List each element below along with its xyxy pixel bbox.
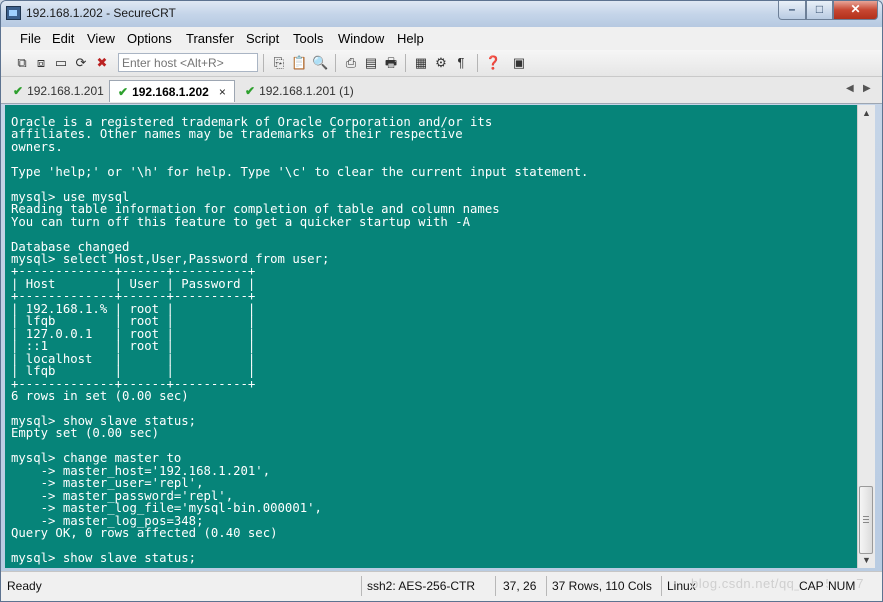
menu-options[interactable]: Options — [127, 31, 172, 46]
status-terminal-size: 37 Rows, 110 Cols — [552, 579, 652, 593]
print-selection-icon[interactable]: ▤ — [363, 55, 379, 71]
toolbar-separator — [263, 54, 264, 72]
scroll-down-arrow-icon[interactable]: ▼ — [858, 552, 875, 568]
menu-transfer[interactable]: Transfer — [186, 31, 234, 46]
quick-connect-icon[interactable]: ⧈ — [33, 55, 49, 71]
thumb-grip — [863, 519, 869, 520]
status-ready: Ready — [7, 579, 42, 593]
close-tab-icon[interactable]: × — [219, 85, 226, 99]
tab-scroll-left-icon[interactable]: ◀ — [846, 83, 854, 94]
global-options-icon[interactable]: ⚙ — [433, 55, 449, 71]
title-bar[interactable]: 192.168.1.202 - SecureCRT – □ ✕ — [1, 1, 882, 27]
menu-window[interactable]: Window — [338, 31, 384, 46]
status-separator — [361, 576, 362, 596]
connected-check-icon: ✔ — [13, 84, 24, 98]
connected-check-icon: ✔ — [245, 84, 256, 98]
menu-edit[interactable]: Edit — [52, 31, 74, 46]
status-num-lock: NUM — [828, 579, 856, 593]
menu-bar: File Edit View Options Transfer Script T… — [1, 27, 882, 51]
menu-view[interactable]: View — [87, 31, 115, 46]
status-separator — [661, 576, 662, 596]
tab-label: 192.168.1.201 — [27, 84, 104, 98]
menu-script[interactable]: Script — [246, 31, 279, 46]
menu-tools[interactable]: Tools — [293, 31, 323, 46]
status-separator — [546, 576, 547, 596]
toolbar: ⧉ ⧈ ▭ ⟳ ✖ ⎘ 📋 🔍 ⎙ ▤ 🖶 ▦ ⚙ ¶ ❓ ▣ — [1, 50, 882, 77]
toolbar-separator — [477, 54, 478, 72]
terminal-view[interactable]: Oracle is a registered trademark of Orac… — [5, 105, 857, 568]
scrollbar-thumb[interactable] — [859, 486, 873, 554]
maximize-button[interactable]: □ — [806, 1, 833, 20]
thumb-grip — [863, 522, 869, 523]
disconnect-icon[interactable]: ✖ — [94, 55, 110, 71]
connect-icon[interactable]: ⧉ — [14, 55, 30, 71]
status-cursor-position: 37, 26 — [503, 579, 537, 593]
copy-icon[interactable]: ⎘ — [271, 55, 287, 71]
status-separator — [495, 576, 496, 596]
toolbar-separator — [405, 54, 406, 72]
tab-label: 192.168.1.202 — [132, 85, 209, 99]
connect-tab-icon[interactable]: ▭ — [53, 55, 69, 71]
print-icon[interactable]: 🖶 — [383, 55, 399, 71]
print-setup-icon[interactable]: ⎙ — [343, 55, 359, 71]
window-title: 192.168.1.202 - SecureCRT — [26, 6, 176, 20]
session-tab-bar: ✔ 192.168.1.201 ✔ 192.168.1.202 × ✔ 192.168.… — [1, 77, 882, 104]
sftp-icon[interactable]: ▣ — [511, 55, 527, 71]
scroll-up-arrow-icon[interactable]: ▲ — [858, 105, 875, 121]
close-button[interactable]: ✕ — [833, 1, 878, 20]
minimize-button[interactable]: – — [778, 1, 806, 20]
keymap-icon[interactable]: ¶ — [453, 55, 469, 71]
status-encryption: ssh2: AES-256-CTR — [367, 579, 476, 593]
menu-help[interactable]: Help — [397, 31, 424, 46]
tab-session-201-1[interactable]: ✔ 192.168.1.201 (1) — [237, 80, 361, 102]
reconnect-icon[interactable]: ⟳ — [73, 55, 89, 71]
terminal-output: Oracle is a registered trademark of Orac… — [11, 115, 589, 565]
find-icon[interactable]: 🔍 — [312, 55, 328, 71]
thumb-grip — [863, 516, 869, 517]
tab-scroll-right-icon[interactable]: ▶ — [863, 83, 871, 94]
toolbar-separator — [335, 54, 336, 72]
tab-label: 192.168.1.201 (1) — [259, 84, 354, 98]
menu-file[interactable]: File — [20, 31, 41, 46]
session-options-icon[interactable]: ▦ — [413, 55, 429, 71]
host-input[interactable] — [118, 53, 258, 72]
vertical-scrollbar[interactable]: ▲ ▼ — [857, 105, 875, 568]
app-icon — [6, 6, 21, 20]
paste-icon[interactable]: 📋 — [291, 55, 307, 71]
status-bar: Ready ssh2: AES-256-CTR 37, 26 37 Rows, … — [1, 571, 882, 601]
status-caps-lock: CAP — [799, 579, 824, 593]
securecrt-window: 192.168.1.202 - SecureCRT – □ ✕ File Edi… — [0, 0, 883, 602]
tab-session-202[interactable]: ✔ 192.168.1.202 × — [109, 80, 235, 102]
tab-session-201[interactable]: ✔ 192.168.1.201 — [5, 80, 107, 102]
help-icon[interactable]: ❓ — [485, 55, 501, 71]
connected-check-icon: ✔ — [118, 85, 129, 99]
